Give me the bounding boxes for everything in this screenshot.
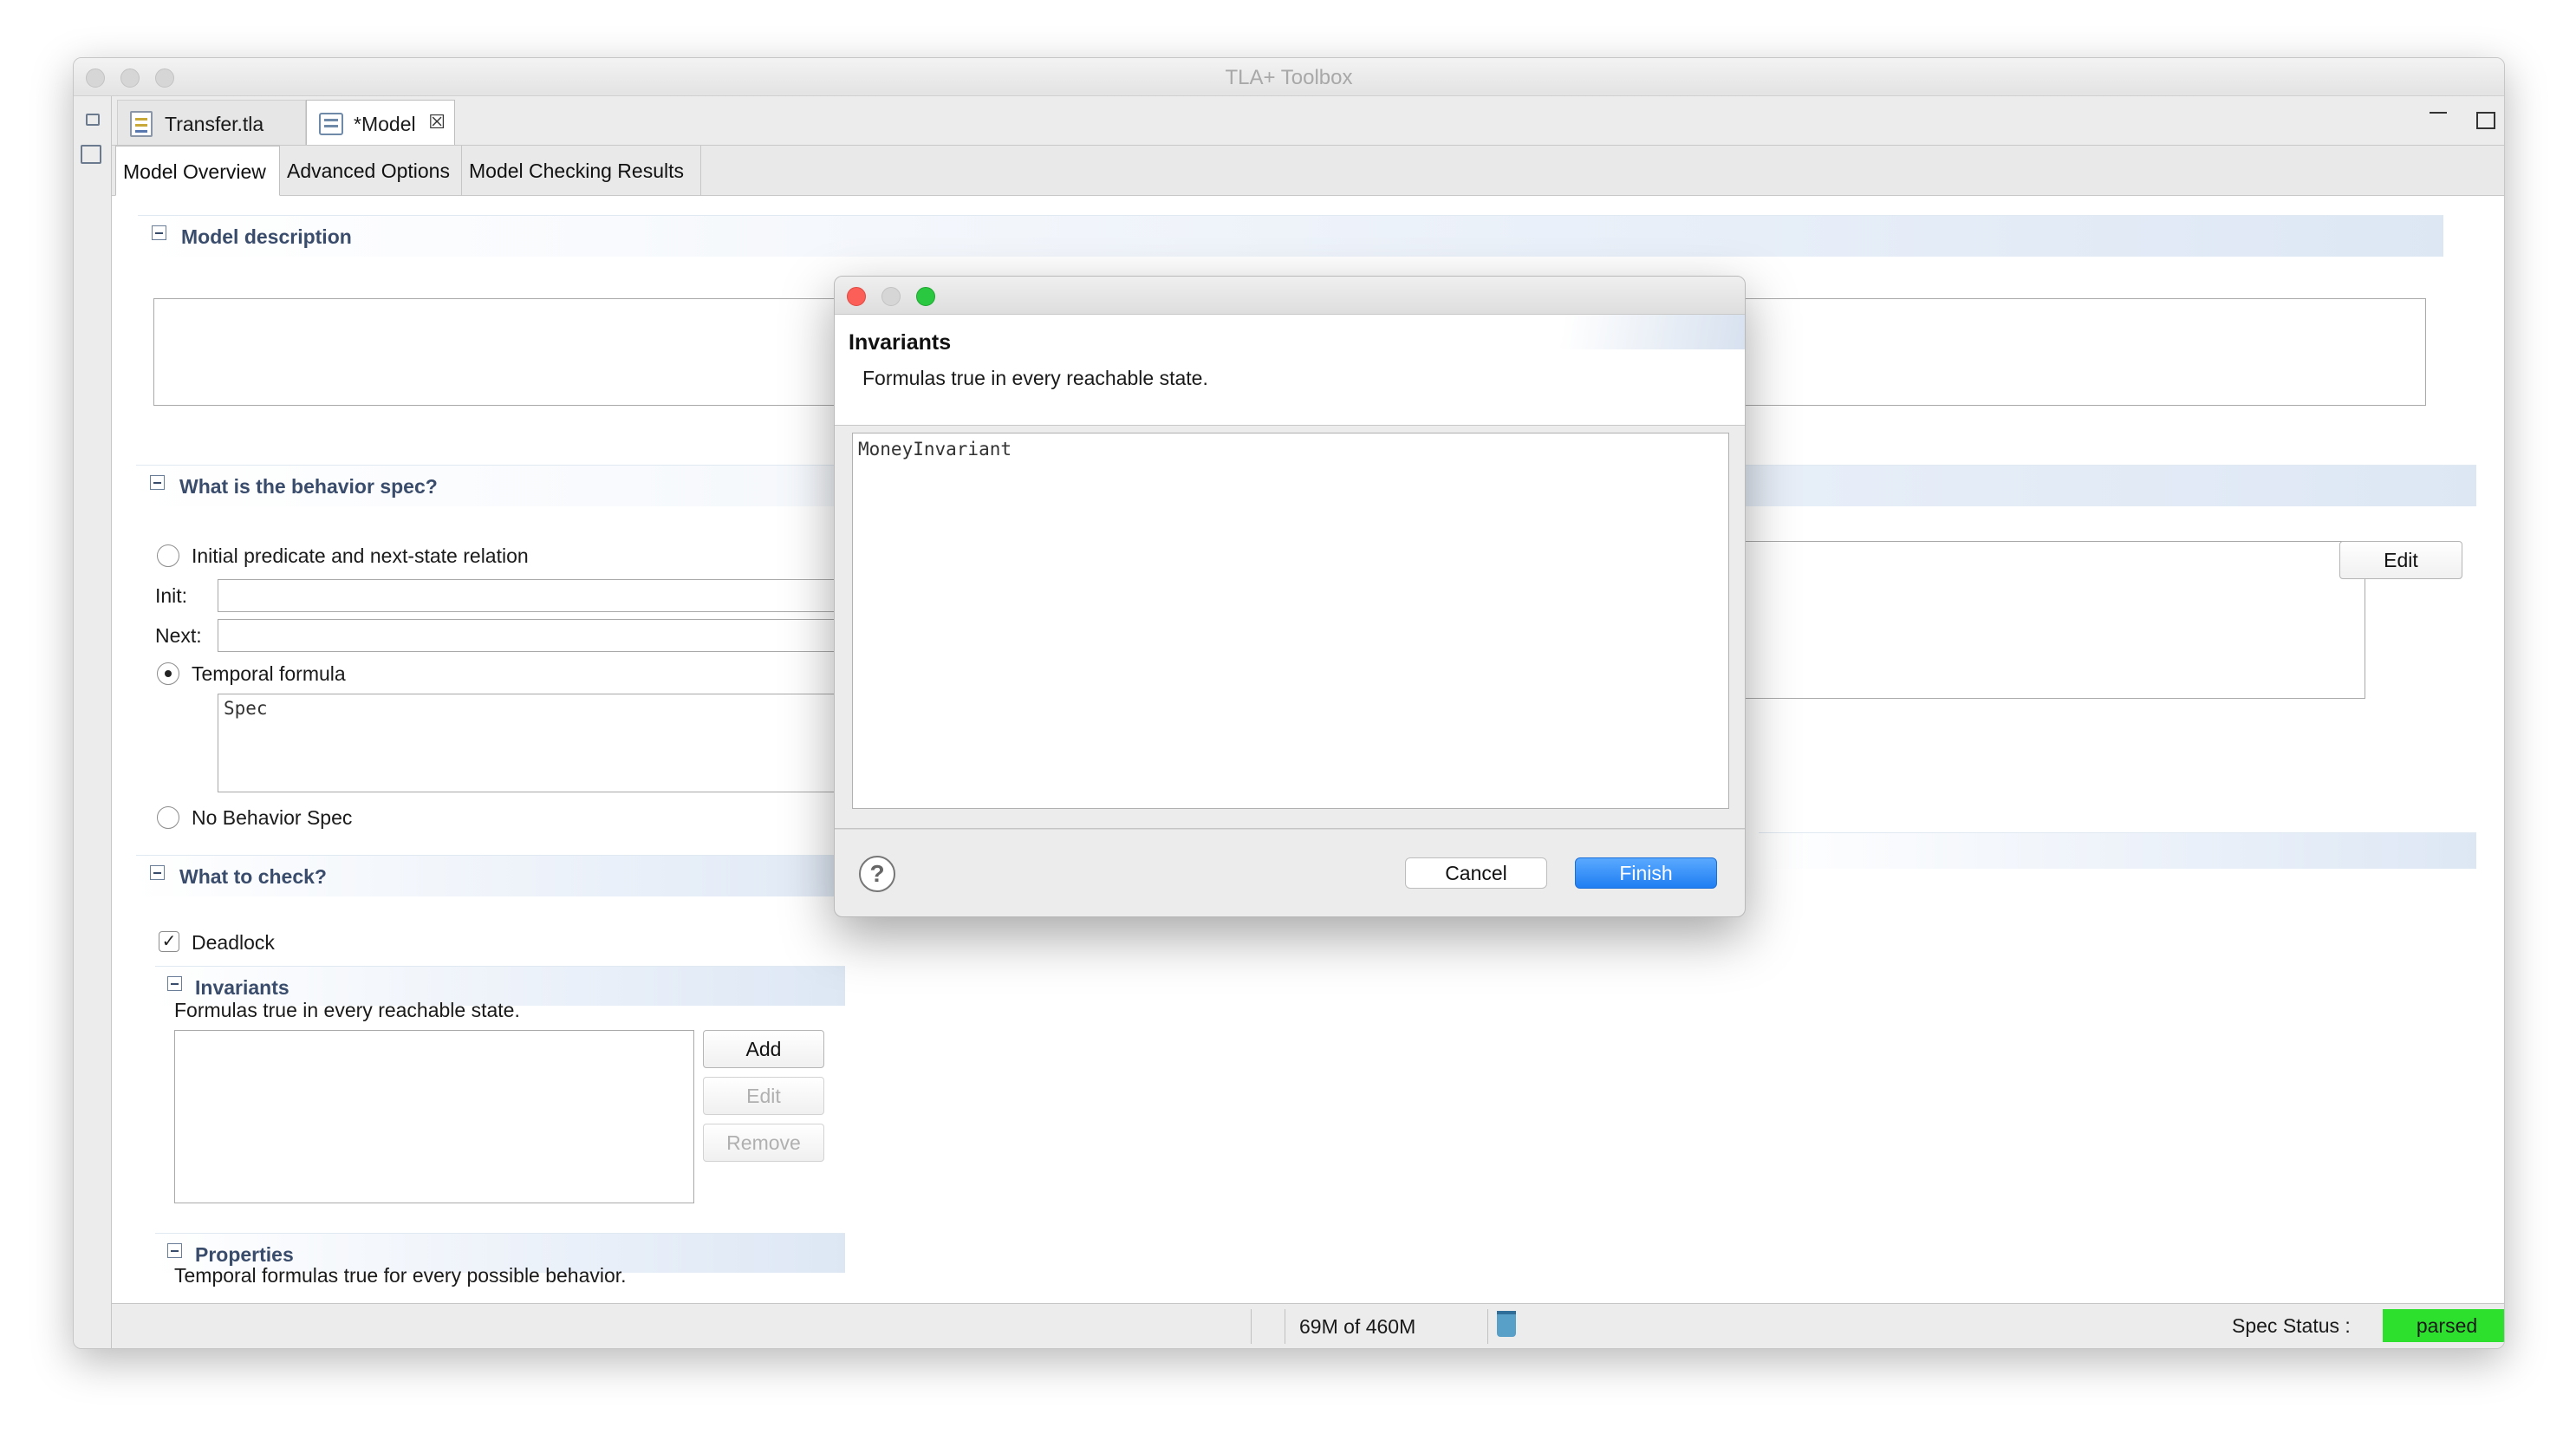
window-title: TLA+ Toolbox [1225, 66, 1353, 89]
dialog-header: Invariants Formulas true in every reacha… [835, 315, 1745, 426]
temporal-formula-input[interactable]: Spec [218, 694, 859, 792]
dialog-title: Invariants [849, 330, 952, 355]
edit-button-right[interactable]: Edit [2339, 541, 2462, 579]
restore-icon[interactable] [86, 114, 100, 126]
deadlock-label: Deadlock [192, 931, 275, 954]
form-tabs: Model Overview Advanced Options Model Ch… [112, 146, 2504, 196]
dialog-close-button[interactable] [847, 287, 866, 306]
minimize-editor-icon[interactable] [2430, 112, 2447, 115]
section-title: Invariants [195, 976, 289, 999]
radio-temporal-formula[interactable] [157, 662, 179, 685]
section-title: Model description [181, 225, 352, 248]
tab-label: *Model [354, 113, 416, 135]
spec-status-label: Spec Status : [2232, 1314, 2351, 1337]
radio-no-behavior-spec[interactable] [157, 806, 179, 829]
next-input[interactable] [218, 619, 859, 652]
finish-button[interactable]: Finish [1575, 857, 1717, 889]
section-title: Properties [195, 1243, 294, 1266]
temporal-formula-value: Spec [224, 698, 268, 719]
radio-init-next-label: Initial predicate and next-state relatio… [192, 544, 529, 567]
tab-model-overview[interactable]: Model Overview [115, 146, 280, 196]
section-title: What is the behavior spec? [179, 475, 438, 498]
left-trim-bar [74, 96, 112, 1348]
collapse-icon[interactable] [150, 865, 165, 880]
collapse-icon[interactable] [150, 475, 165, 490]
collapse-icon[interactable] [167, 1243, 182, 1258]
radio-temporal-label: Temporal formula [192, 662, 346, 685]
what-to-check-header[interactable]: What to check? [136, 855, 916, 896]
invariant-formula-input[interactable]: MoneyInvariant [852, 433, 1729, 809]
add-invariant-button[interactable]: Add [703, 1030, 824, 1068]
dialog-description: Formulas true in every reachable state. [862, 367, 1208, 389]
next-label: Next: [155, 624, 202, 647]
status-separator [1251, 1309, 1285, 1344]
right-panel-list[interactable] [1741, 541, 2365, 699]
model-icon [319, 113, 343, 135]
edit-invariant-button[interactable]: Edit [703, 1077, 824, 1115]
tab-transfer-tla[interactable]: Transfer.tla [117, 100, 306, 145]
tla-file-icon [130, 111, 153, 137]
tab-advanced-options[interactable]: Advanced Options [280, 146, 462, 196]
properties-description-clip: Temporal formulas true for every possibl… [174, 1264, 781, 1292]
section-title: What to check? [179, 865, 327, 888]
editor-tabs: Transfer.tla *Model ☒ [112, 96, 2504, 145]
init-input[interactable] [218, 579, 859, 612]
invariants-dialog: Invariants Formulas true in every reacha… [834, 276, 1746, 917]
remove-invariant-button[interactable]: Remove [703, 1124, 824, 1162]
maximize-editor-icon[interactable] [2476, 112, 2495, 129]
init-label: Init: [155, 584, 188, 607]
invariants-list[interactable] [174, 1030, 694, 1203]
properties-description: Temporal formulas true for every possibl… [174, 1264, 627, 1287]
dialog-titlebar [835, 277, 1745, 315]
spec-status-badge: parsed [2383, 1309, 2504, 1342]
dialog-separator [835, 828, 1745, 830]
cancel-button[interactable]: Cancel [1405, 857, 1547, 889]
help-icon[interactable]: ? [859, 856, 895, 892]
dialog-banner [1485, 315, 1745, 349]
invariants-description: Formulas true in every reachable state. [174, 999, 520, 1021]
radio-no-behavior-label: No Behavior Spec [192, 806, 353, 829]
dialog-minimize-button[interactable] [881, 287, 901, 306]
invariant-formula-value: MoneyInvariant [858, 439, 1012, 460]
deadlock-checkbox[interactable]: ✓ [159, 931, 179, 952]
window-titlebar: TLA+ Toolbox [74, 58, 2504, 96]
tab-model-checking-results[interactable]: Model Checking Results [462, 146, 701, 196]
tab-label: Transfer.tla [165, 113, 264, 135]
garbage-collect-icon[interactable] [1497, 1311, 1516, 1337]
close-tab-icon[interactable]: ☒ [428, 111, 446, 134]
model-description-header[interactable]: Model description [138, 215, 2443, 257]
radio-init-next[interactable] [157, 544, 179, 567]
tab-model[interactable]: *Model ☒ [306, 100, 455, 145]
collapse-icon[interactable] [167, 976, 182, 991]
status-bar: 69M of 460M Spec Status : parsed [112, 1303, 2504, 1348]
dialog-zoom-button[interactable] [916, 287, 935, 306]
spec-explorer-icon[interactable] [81, 145, 101, 164]
heap-status: 69M of 460M [1287, 1309, 1488, 1344]
collapse-icon[interactable] [152, 225, 166, 240]
right-section-header [1759, 832, 2476, 869]
